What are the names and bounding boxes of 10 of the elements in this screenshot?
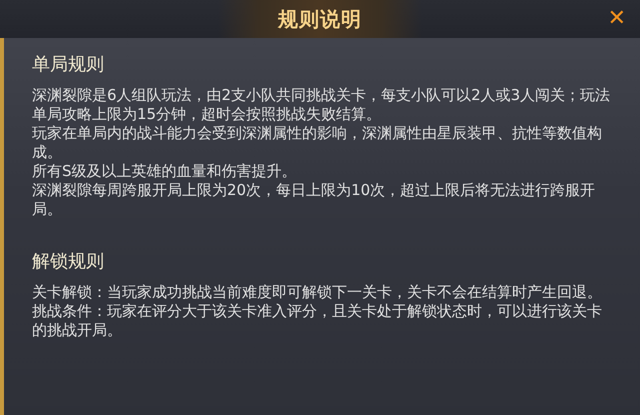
rule-paragraph: 深渊裂隙每周跨服开局上限为20次，每日上限为10次，超过上限后将无法进行跨服开局。 (32, 181, 596, 219)
section-heading: 单局规则 (32, 53, 105, 77)
rule-paragraph: 关卡解锁：当玩家成功挑战当前难度即可解锁下一关卡，关卡不会在结算时产生回退。 (32, 283, 603, 302)
section-heading: 解锁规则 (32, 250, 105, 274)
close-button[interactable]: ✕ (604, 6, 630, 32)
rule-paragraph: 所有S级及以上英雄的血量和伤害提升。 (32, 162, 298, 181)
rule-paragraph: 玩家在单局内的战斗能力会受到深渊属性的影响，深渊属性由星辰装甲、抗性等数值构成。 (32, 124, 603, 162)
rule-paragraph: 深渊裂隙是6人组队玩法，由2支小队共同挑战关卡，每支小队可以2人或3人闯关；玩法单局攻略上限为15分钟，超时会按照挑战失败结算。 (32, 86, 612, 124)
rule-paragraph: 挑战条件：玩家在评分大于该关卡准入评分，且关卡处于解锁状态时，可以进行该关卡的挑战开局。 (32, 302, 603, 340)
dialog-title: 规则说明 (278, 6, 362, 32)
